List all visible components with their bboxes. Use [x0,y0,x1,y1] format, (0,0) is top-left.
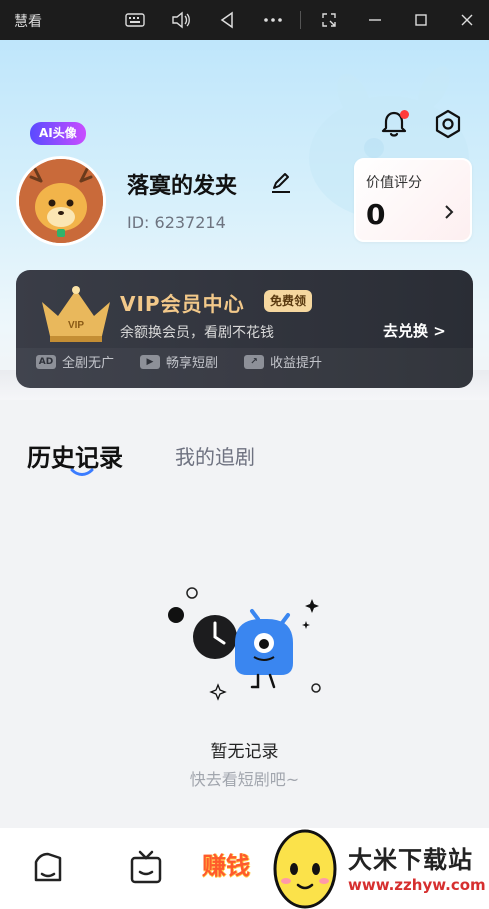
empty-state-subtitle: 快去看短剧吧~ [189,770,300,789]
edit-icon[interactable] [269,171,293,195]
username: 落寞的发夹 [127,174,238,199]
close-icon[interactable] [454,8,480,32]
chevron-right-icon [445,205,454,219]
tab-following[interactable]: 我的追剧 [175,441,255,470]
value-score-card[interactable]: 价值评分 0 [354,158,472,242]
play-icon: ▶ [140,354,160,369]
vip-feature-label: 收益提升 [270,356,323,371]
volume-icon[interactable] [168,8,194,32]
screenshot-icon[interactable] [316,8,342,32]
tv-icon[interactable] [126,848,166,888]
vip-free-badge: 免费领 [264,290,313,312]
vip-feature-no-ads: AD 全剧无广 [36,352,114,371]
vip-center-card[interactable]: VIP VIP会员中心 免费领 余额换会员，看剧不花钱 去兑换 > AD 全剧无… [16,270,473,388]
user-id: ID: 6237214 [127,213,226,232]
watermark-egg-logo-icon [273,829,337,909]
avatar[interactable] [16,156,106,246]
empty-state-illustration [168,587,321,701]
ad-icon: AD [36,354,56,369]
trend-icon: ↗ [244,354,264,369]
watermark-url: www.zzhyw.com [348,876,486,894]
score-value: 0 [366,198,386,231]
svg-text:VIP: VIP [68,320,84,331]
ai-avatar-badge[interactable]: AI头像 [30,122,86,145]
deer-avatar-icon [19,159,103,243]
tab-active-indicator [70,468,94,476]
window-title: 慧看 [14,14,42,30]
back-icon[interactable] [214,8,240,32]
window-titlebar: 慧看 [0,0,489,40]
watermark-title: 大米下载站 [348,846,473,874]
vip-feature-earnings: ↗ 收益提升 [244,352,322,371]
home-icon[interactable] [28,848,68,888]
vip-feature-dramas: ▶ 畅享短剧 [140,352,218,371]
minimize-icon[interactable] [362,8,388,32]
settings-icon[interactable] [432,108,464,140]
vip-feature-label: 畅享短剧 [166,356,219,371]
vip-feature-label: 全剧无广 [62,356,115,371]
maximize-icon[interactable] [408,8,434,32]
earn-money-tab[interactable]: 赚钱 [202,846,250,881]
vip-title: VIP会员中心 [120,292,245,316]
titlebar-separator [300,11,301,29]
more-icon[interactable] [260,8,286,32]
keyboard-icon[interactable] [122,8,148,32]
score-label: 价值评分 [366,175,422,191]
crown-icon: VIP [42,286,110,342]
empty-state-title: 暂无记录 [210,742,279,762]
vip-subtitle: 余额换会员，看剧不花钱 [120,325,274,341]
vip-redeem-button[interactable]: 去兑换 > [383,320,446,341]
notification-dot [400,110,409,119]
